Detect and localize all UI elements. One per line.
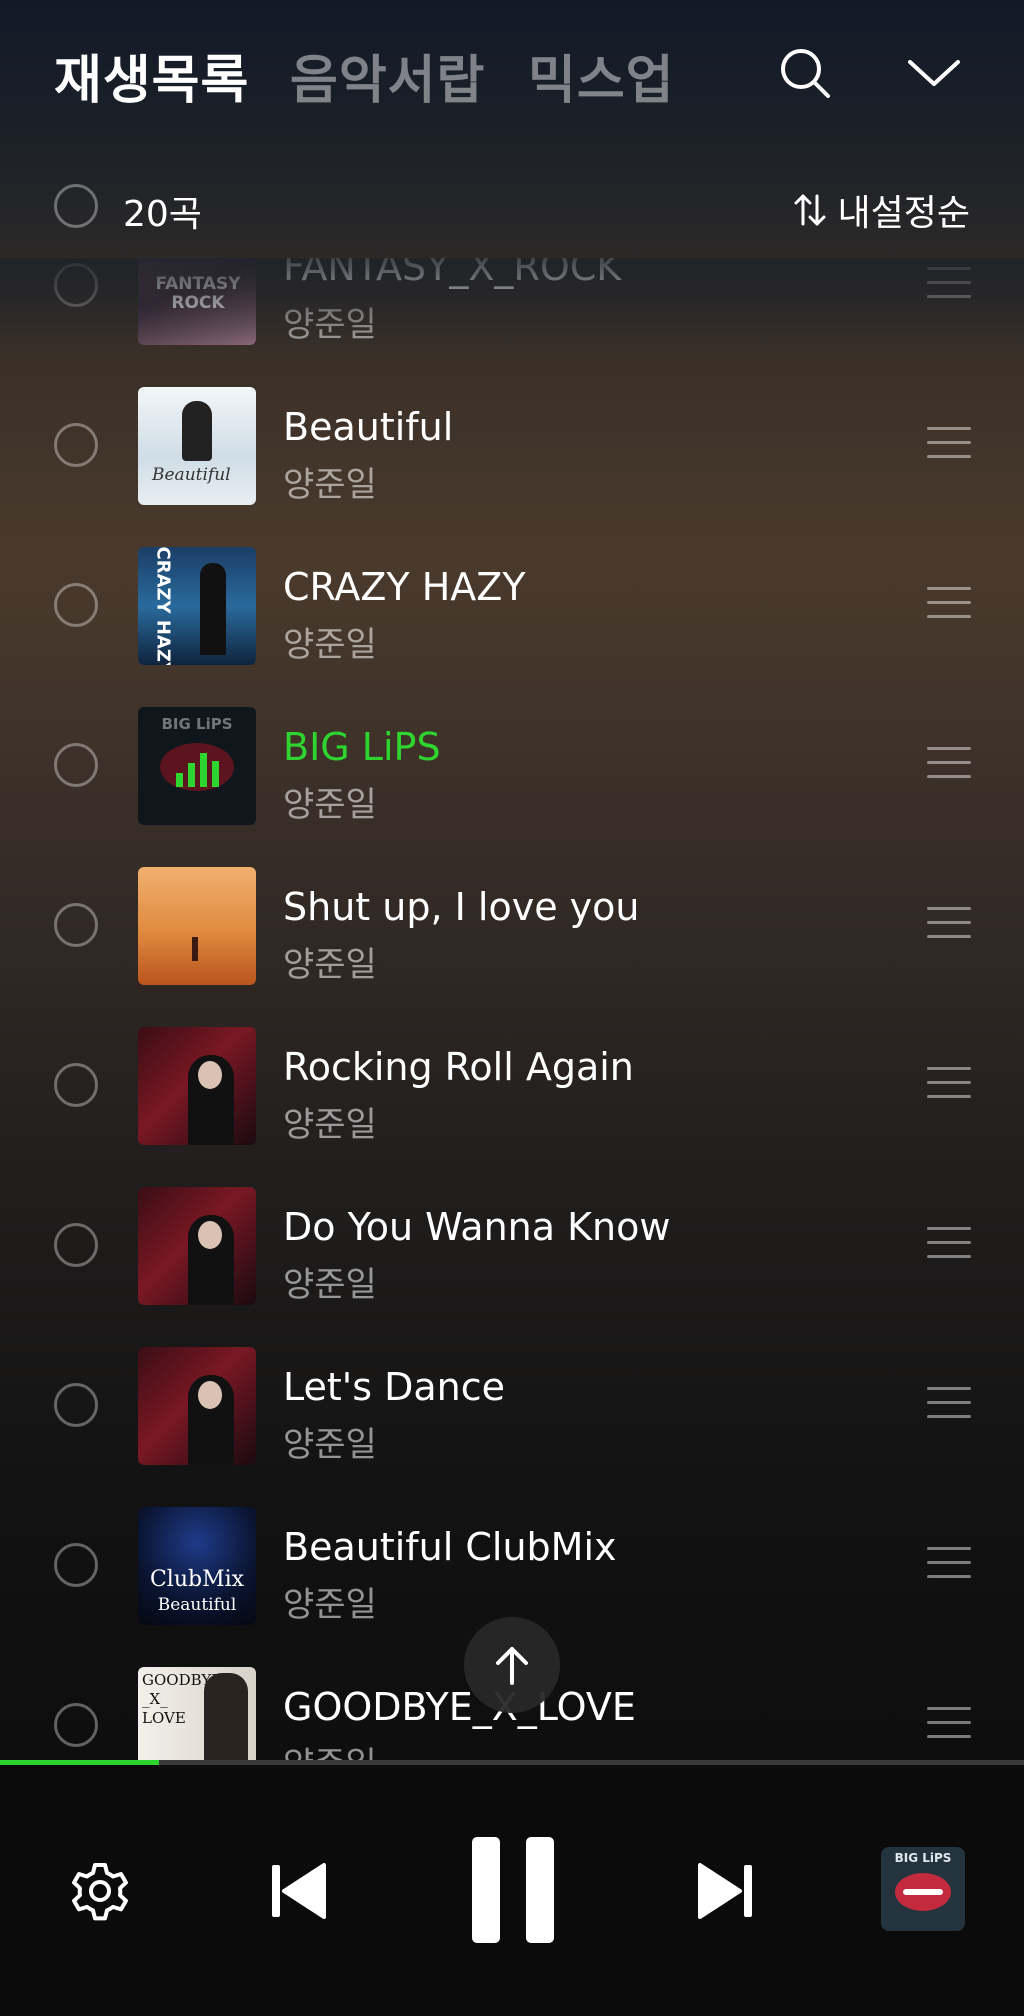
drag-handle-icon[interactable] (927, 1547, 971, 1579)
track-select-checkbox[interactable] (54, 743, 98, 787)
album-art: ClubMix Beautiful (138, 1507, 256, 1625)
track-title: GOODBYE_X_LOVE (283, 1685, 636, 1729)
track-list: FANTASY ROCK FANTASY_X_ROCK 양준일 Beautifu… (0, 258, 1024, 1760)
track-title: Shut up, I love you (283, 885, 640, 929)
gear-icon[interactable] (68, 1859, 132, 1927)
track-artist: 양준일 (283, 1425, 377, 1465)
album-art-label: ClubMix (149, 1567, 245, 1592)
album-art: Beautiful (138, 387, 256, 505)
album-art (138, 867, 256, 985)
track-title: Do You Wanna Know (283, 1205, 671, 1249)
track-row[interactable]: Shut up, I love you 양준일 (0, 845, 1024, 1005)
track-row[interactable]: FANTASY ROCK FANTASY_X_ROCK 양준일 (0, 258, 1024, 365)
track-row[interactable]: BIG LiPS BIG LiPS 양준일 (0, 685, 1024, 845)
arrow-up-icon (496, 1647, 528, 1685)
track-select-checkbox[interactable] (54, 1223, 98, 1267)
chevron-down-icon[interactable] (904, 44, 964, 104)
album-art-label: Beautiful (157, 1595, 237, 1615)
album-art: GOODBYE _X_ LOVE (138, 1667, 256, 1760)
track-artist: 양준일 (283, 945, 377, 985)
player-controls: BIG LiPS (0, 1765, 1024, 2016)
track-artist: 양준일 (283, 1265, 377, 1305)
now-playing-album-art[interactable]: BIG LiPS (881, 1847, 965, 1931)
previous-icon[interactable] (268, 1859, 328, 1927)
sort-label: 내설정순 (837, 193, 970, 234)
album-art: BIG LiPS (138, 707, 256, 825)
track-select-checkbox[interactable] (54, 903, 98, 947)
drag-handle-icon[interactable] (927, 747, 971, 779)
album-art: FANTASY ROCK (138, 258, 256, 345)
track-title: Beautiful ClubMix (283, 1525, 617, 1569)
track-row[interactable]: Do You Wanna Know 양준일 (0, 1165, 1024, 1325)
track-title: Rocking Roll Again (283, 1045, 634, 1089)
album-art: CRAZY HAZY (138, 547, 256, 665)
track-title: Let's Dance (283, 1365, 506, 1409)
drag-handle-icon[interactable] (927, 1707, 971, 1739)
drag-handle-icon[interactable] (927, 587, 971, 619)
drag-handle-icon[interactable] (927, 427, 971, 459)
search-icon[interactable] (776, 44, 836, 104)
track-select-checkbox[interactable] (54, 1063, 98, 1107)
select-all-checkbox[interactable] (54, 184, 98, 228)
track-select-checkbox[interactable] (54, 583, 98, 627)
drag-handle-icon[interactable] (927, 1067, 971, 1099)
track-title: CRAZY HAZY (283, 565, 526, 609)
track-artist: 양준일 (283, 305, 377, 345)
next-icon[interactable] (696, 1859, 756, 1927)
track-title: Beautiful (283, 405, 454, 449)
track-row[interactable]: Rocking Roll Again 양준일 (0, 1005, 1024, 1165)
track-title: BIG LiPS (283, 725, 441, 769)
scroll-to-top-button[interactable] (464, 1617, 560, 1713)
track-select-checkbox[interactable] (54, 1703, 98, 1747)
tab-mixup[interactable]: 믹스업 (528, 38, 675, 113)
track-select-checkbox[interactable] (54, 423, 98, 467)
equalizer-icon (176, 753, 219, 787)
track-row[interactable]: Let's Dance 양준일 (0, 1325, 1024, 1485)
track-title: FANTASY_X_ROCK (283, 258, 622, 289)
track-row[interactable]: CRAZY HAZY CRAZY HAZY 양준일 (0, 525, 1024, 685)
drag-handle-icon[interactable] (927, 907, 971, 939)
track-artist: 양준일 (283, 1737, 377, 1760)
tab-music-drawer[interactable]: 음악서랍 (290, 38, 485, 113)
drag-handle-icon[interactable] (927, 1387, 971, 1419)
track-artist: 양준일 (283, 1585, 377, 1625)
track-artist: 양준일 (283, 625, 377, 665)
track-artist: 양준일 (283, 785, 377, 825)
track-select-checkbox[interactable] (54, 263, 98, 307)
album-art-label: GOODBYE _X_ LOVE (142, 1671, 223, 1727)
track-select-checkbox[interactable] (54, 1383, 98, 1427)
header: 재생목록 음악서랍 믹스업 (0, 0, 1024, 150)
drag-handle-icon[interactable] (927, 267, 971, 299)
track-artist: 양준일 (283, 465, 377, 505)
track-select-checkbox[interactable] (54, 1543, 98, 1587)
album-art (138, 1347, 256, 1465)
track-row[interactable]: Beautiful Beautiful 양준일 (0, 365, 1024, 525)
tab-playlist[interactable]: 재생목록 (54, 38, 249, 113)
sort-button[interactable]: 내설정순 (792, 184, 970, 236)
album-art (138, 1187, 256, 1305)
now-playing-art-label: BIG LiPS (894, 1851, 952, 1865)
album-art-label: Beautiful (152, 465, 231, 485)
pause-icon[interactable] (470, 1835, 556, 1949)
album-art-label: FANTASY ROCK (155, 274, 241, 313)
track-artist: 양준일 (283, 1105, 377, 1145)
sort-arrows-icon (794, 194, 826, 226)
track-count: 20곡 (123, 194, 202, 235)
album-art-label: CRAZY HAZY (152, 547, 174, 665)
album-art (138, 1027, 256, 1145)
drag-handle-icon[interactable] (927, 1227, 971, 1259)
